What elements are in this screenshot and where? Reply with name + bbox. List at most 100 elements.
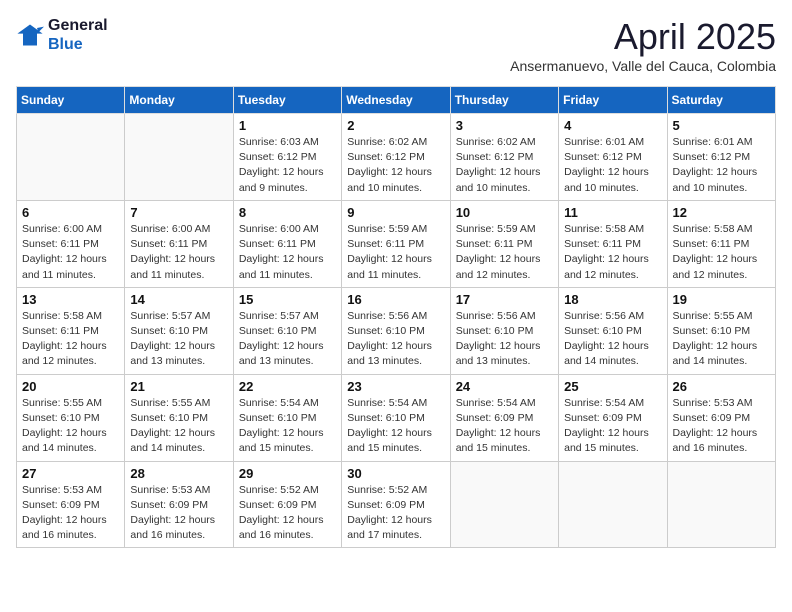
calendar-cell xyxy=(125,114,233,201)
calendar-cell: 27 Sunrise: 5:53 AM Sunset: 6:09 PM Dayli… xyxy=(17,461,125,548)
day-number: 25 xyxy=(564,379,661,394)
title-block: April 2025 Ansermanuevo, Valle del Cauca… xyxy=(510,16,776,74)
location-subtitle: Ansermanuevo, Valle del Cauca, Colombia xyxy=(510,58,776,74)
calendar-cell: 7Sunrise: 6:00 AM Sunset: 6:11 PM Daylig… xyxy=(125,200,233,287)
calendar-cell: 8 Sunrise: 6:00 AM Sunset: 6:11 PM Daylig… xyxy=(233,200,341,287)
logo-line2: Blue xyxy=(48,35,108,54)
calendar-cell: 12 Sunrise: 5:58 AM Sunset: 6:11 PM Dayli… xyxy=(667,200,775,287)
day-info: Sunrise: 5:55 AM Sunset: 6:10 PM Dayligh… xyxy=(673,309,770,370)
day-info: Sunrise: 5:55 AM Sunset: 6:10 PM Dayligh… xyxy=(130,396,227,457)
day-number: 2 xyxy=(347,118,444,133)
logo-line1: General xyxy=(48,16,108,35)
calendar-cell: 21 Sunrise: 5:55 AM Sunset: 6:10 PM Dayli… xyxy=(125,374,233,461)
calendar-cell: 10 Sunrise: 5:59 AM Sunset: 6:11 PM Dayli… xyxy=(450,200,558,287)
day-number: 23 xyxy=(347,379,444,394)
weekday-header-friday: Friday xyxy=(559,87,667,114)
day-info: Sunrise: 5:58 AM Sunset: 6:11 PM Dayligh… xyxy=(564,222,661,283)
day-number: 26 xyxy=(673,379,770,394)
day-info: Sunrise: 6:00 AM Sunset: 6:11 PM Dayligh… xyxy=(130,222,227,283)
day-info: Sunrise: 6:00 AM Sunset: 6:11 PM Dayligh… xyxy=(239,222,336,283)
day-number: 12 xyxy=(673,205,770,220)
calendar-cell: 28 Sunrise: 5:53 AM Sunset: 6:09 PM Dayli… xyxy=(125,461,233,548)
day-info: Sunrise: 5:59 AM Sunset: 6:11 PM Dayligh… xyxy=(456,222,553,283)
day-number: 18 xyxy=(564,292,661,307)
weekday-header-thursday: Thursday xyxy=(450,87,558,114)
calendar-cell xyxy=(667,461,775,548)
calendar-cell: 9Sunrise: 5:59 AM Sunset: 6:11 PM Daylig… xyxy=(342,200,450,287)
calendar-cell: 22 Sunrise: 5:54 AM Sunset: 6:10 PM Dayli… xyxy=(233,374,341,461)
day-number: 8 xyxy=(239,205,336,220)
day-info: Sunrise: 5:58 AM Sunset: 6:11 PM Dayligh… xyxy=(673,222,770,283)
calendar-cell: 29 Sunrise: 5:52 AM Sunset: 6:09 PM Dayli… xyxy=(233,461,341,548)
day-number: 28 xyxy=(130,466,227,481)
day-info: Sunrise: 6:01 AM Sunset: 6:12 PM Dayligh… xyxy=(564,135,661,196)
day-info: Sunrise: 5:52 AM Sunset: 6:09 PM Dayligh… xyxy=(347,483,444,544)
day-number: 24 xyxy=(456,379,553,394)
calendar-cell xyxy=(559,461,667,548)
calendar-cell: 11 Sunrise: 5:58 AM Sunset: 6:11 PM Dayli… xyxy=(559,200,667,287)
day-info: Sunrise: 5:54 AM Sunset: 6:10 PM Dayligh… xyxy=(239,396,336,457)
calendar-cell xyxy=(17,114,125,201)
day-info: Sunrise: 5:56 AM Sunset: 6:10 PM Dayligh… xyxy=(347,309,444,370)
logo-bird-icon xyxy=(16,21,44,49)
day-info: Sunrise: 6:00 AM Sunset: 6:11 PM Dayligh… xyxy=(22,222,119,283)
calendar-cell: 2 Sunrise: 6:02 AM Sunset: 6:12 PM Daylig… xyxy=(342,114,450,201)
day-number: 30 xyxy=(347,466,444,481)
day-number: 14 xyxy=(130,292,227,307)
day-info: Sunrise: 6:02 AM Sunset: 6:12 PM Dayligh… xyxy=(347,135,444,196)
logo: General Blue xyxy=(16,16,108,54)
day-number: 6 xyxy=(22,205,119,220)
calendar-week-5: 27 Sunrise: 5:53 AM Sunset: 6:09 PM Dayli… xyxy=(17,461,776,548)
day-info: Sunrise: 5:55 AM Sunset: 6:10 PM Dayligh… xyxy=(22,396,119,457)
calendar-cell: 6 Sunrise: 6:00 AM Sunset: 6:11 PM Daylig… xyxy=(17,200,125,287)
day-number: 17 xyxy=(456,292,553,307)
calendar-cell: 19 Sunrise: 5:55 AM Sunset: 6:10 PM Dayli… xyxy=(667,287,775,374)
calendar-table: SundayMondayTuesdayWednesdayThursdayFrid… xyxy=(16,86,776,548)
calendar-cell: 26Sunrise: 5:53 AM Sunset: 6:09 PM Dayli… xyxy=(667,374,775,461)
day-info: Sunrise: 5:54 AM Sunset: 6:09 PM Dayligh… xyxy=(456,396,553,457)
calendar-cell: 15 Sunrise: 5:57 AM Sunset: 6:10 PM Dayli… xyxy=(233,287,341,374)
calendar-week-2: 6 Sunrise: 6:00 AM Sunset: 6:11 PM Daylig… xyxy=(17,200,776,287)
day-info: Sunrise: 5:57 AM Sunset: 6:10 PM Dayligh… xyxy=(239,309,336,370)
day-number: 10 xyxy=(456,205,553,220)
day-number: 27 xyxy=(22,466,119,481)
day-number: 20 xyxy=(22,379,119,394)
calendar-cell: 25Sunrise: 5:54 AM Sunset: 6:09 PM Dayli… xyxy=(559,374,667,461)
calendar-week-3: 13Sunrise: 5:58 AM Sunset: 6:11 PM Dayli… xyxy=(17,287,776,374)
calendar-cell: 18 Sunrise: 5:56 AM Sunset: 6:10 PM Dayli… xyxy=(559,287,667,374)
calendar-cell: 4Sunrise: 6:01 AM Sunset: 6:12 PM Daylig… xyxy=(559,114,667,201)
calendar-cell: 5Sunrise: 6:01 AM Sunset: 6:12 PM Daylig… xyxy=(667,114,775,201)
calendar-cell: 3 Sunrise: 6:02 AM Sunset: 6:12 PM Daylig… xyxy=(450,114,558,201)
day-number: 3 xyxy=(456,118,553,133)
day-number: 13 xyxy=(22,292,119,307)
day-number: 22 xyxy=(239,379,336,394)
calendar-week-1: 1Sunrise: 6:03 AM Sunset: 6:12 PM Daylig… xyxy=(17,114,776,201)
day-number: 21 xyxy=(130,379,227,394)
page-header: General Blue April 2025 Ansermanuevo, Va… xyxy=(16,16,776,74)
day-info: Sunrise: 5:56 AM Sunset: 6:10 PM Dayligh… xyxy=(564,309,661,370)
day-info: Sunrise: 5:56 AM Sunset: 6:10 PM Dayligh… xyxy=(456,309,553,370)
day-number: 29 xyxy=(239,466,336,481)
day-info: Sunrise: 6:01 AM Sunset: 6:12 PM Dayligh… xyxy=(673,135,770,196)
day-number: 11 xyxy=(564,205,661,220)
day-number: 1 xyxy=(239,118,336,133)
calendar-cell: 17 Sunrise: 5:56 AM Sunset: 6:10 PM Dayli… xyxy=(450,287,558,374)
weekday-header-sunday: Sunday xyxy=(17,87,125,114)
day-info: Sunrise: 5:54 AM Sunset: 6:10 PM Dayligh… xyxy=(347,396,444,457)
month-title: April 2025 xyxy=(510,16,776,58)
calendar-cell: 1Sunrise: 6:03 AM Sunset: 6:12 PM Daylig… xyxy=(233,114,341,201)
day-number: 16 xyxy=(347,292,444,307)
day-number: 19 xyxy=(673,292,770,307)
calendar-week-4: 20 Sunrise: 5:55 AM Sunset: 6:10 PM Dayli… xyxy=(17,374,776,461)
day-info: Sunrise: 5:53 AM Sunset: 6:09 PM Dayligh… xyxy=(130,483,227,544)
calendar-cell: 16 Sunrise: 5:56 AM Sunset: 6:10 PM Dayli… xyxy=(342,287,450,374)
weekday-header-tuesday: Tuesday xyxy=(233,87,341,114)
day-info: Sunrise: 5:57 AM Sunset: 6:10 PM Dayligh… xyxy=(130,309,227,370)
weekday-header-saturday: Saturday xyxy=(667,87,775,114)
calendar-cell xyxy=(450,461,558,548)
day-number: 15 xyxy=(239,292,336,307)
day-info: Sunrise: 6:02 AM Sunset: 6:12 PM Dayligh… xyxy=(456,135,553,196)
day-info: Sunrise: 5:52 AM Sunset: 6:09 PM Dayligh… xyxy=(239,483,336,544)
calendar-cell: 20 Sunrise: 5:55 AM Sunset: 6:10 PM Dayli… xyxy=(17,374,125,461)
day-info: Sunrise: 5:53 AM Sunset: 6:09 PM Dayligh… xyxy=(22,483,119,544)
